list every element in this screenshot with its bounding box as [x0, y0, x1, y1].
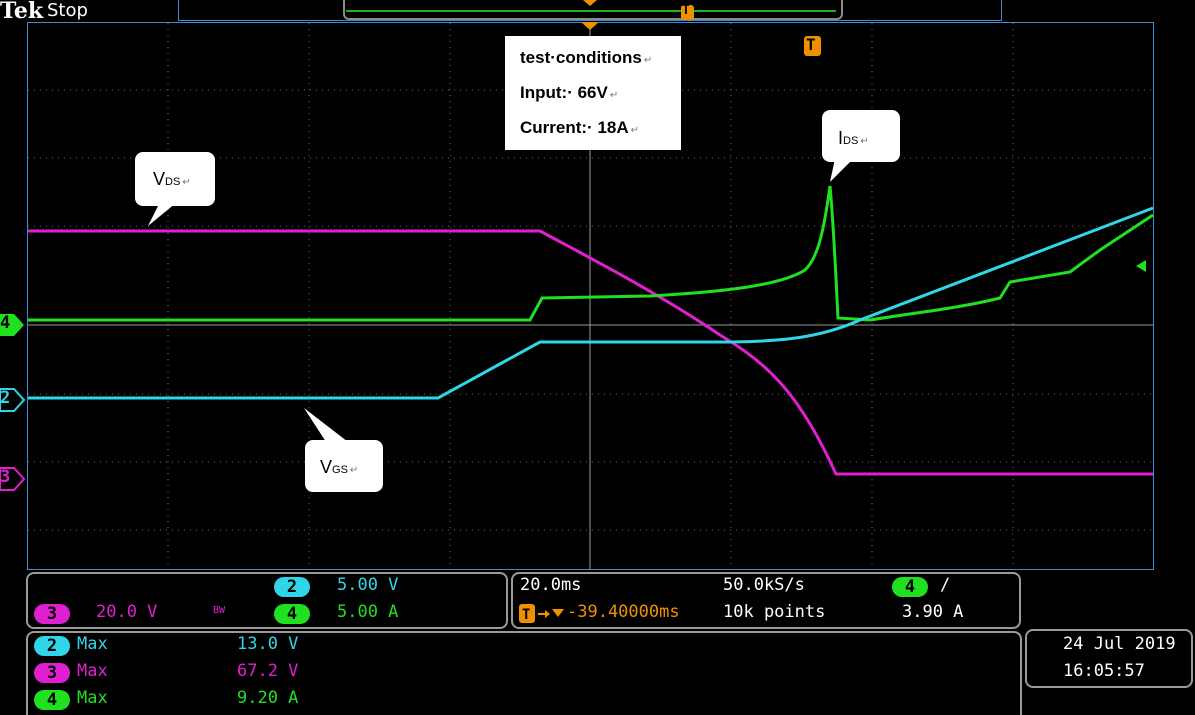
- ids-subscript: DS: [843, 135, 859, 147]
- trigger-slope-icon[interactable]: ∕: [940, 575, 950, 595]
- meas-ch4-badge[interactable]: 4: [34, 690, 70, 710]
- ch3-marker-label: 3: [0, 467, 11, 487]
- ch3-scale[interactable]: 20.0 V: [96, 602, 157, 622]
- return-mark: ↵: [349, 465, 359, 476]
- meas-ch3-value: 67.2 V: [237, 661, 299, 681]
- record-length[interactable]: 10k points: [723, 602, 825, 622]
- meas-ch3-badge[interactable]: 3: [34, 663, 70, 683]
- meas-ch2-label: Max: [77, 634, 108, 654]
- ch4-scale[interactable]: 5.00 A: [337, 602, 398, 622]
- trigger-position-icon: [581, 22, 599, 30]
- trigger-level[interactable]: 3.90 A: [902, 602, 963, 622]
- ch4-badge[interactable]: 4: [274, 604, 310, 624]
- vds-callout: VDS ↵: [135, 152, 215, 206]
- vgs-callout: VGS ↵: [305, 440, 383, 492]
- trigger-source-badge[interactable]: 4: [892, 577, 928, 597]
- svg-text:T: T: [522, 607, 530, 623]
- return-mark: ↵: [643, 55, 653, 66]
- vds-label: V: [153, 169, 166, 189]
- overview-trigger-label: T: [682, 3, 690, 18]
- test-conditions-title: test·conditions: [520, 48, 642, 67]
- input-condition: Input:· 66V: [520, 83, 608, 102]
- meas-ch3-label: Max: [77, 661, 108, 681]
- measurement-panel[interactable]: [26, 631, 1022, 715]
- trigger-position-top-icon: [583, 0, 597, 6]
- ch2-marker-label: 2: [0, 388, 11, 408]
- meas-ch4-value: 9.20 A: [237, 688, 299, 708]
- ch2-scale[interactable]: 5.00 V: [337, 575, 398, 595]
- horizontal-position[interactable]: -39.40000ms: [567, 602, 680, 622]
- callout-pointers: [148, 154, 858, 445]
- vgs-subscript: GS: [332, 464, 348, 476]
- current-condition: Current:· 18A: [520, 118, 629, 137]
- meas-ch2-value: 13.0 V: [237, 634, 299, 654]
- ch4-marker-label: 4: [0, 313, 11, 333]
- return-mark: ↵: [609, 90, 619, 101]
- meas-ch2-badge[interactable]: 2: [34, 636, 70, 656]
- time-per-div[interactable]: 20.0ms: [520, 575, 581, 595]
- ch3-badge[interactable]: 3: [34, 604, 70, 624]
- vgs-label: V: [320, 457, 333, 477]
- ids-callout: IDS ↵: [822, 110, 900, 162]
- return-mark: ↵: [182, 177, 191, 188]
- ch2-badge[interactable]: 2: [274, 577, 310, 597]
- trigger-level-icon: [1136, 260, 1146, 272]
- time: 16:05:57: [1063, 661, 1145, 681]
- sample-rate: 50.0kS/s: [723, 575, 805, 595]
- date: 24 Jul 2019: [1063, 634, 1176, 654]
- vds-subscript: DS: [165, 176, 181, 188]
- trigger-marker-label: T: [806, 35, 816, 54]
- test-conditions-note: test·conditions ↵ Input:· 66V ↵ Current:· …: [505, 36, 681, 150]
- bandwidth-limit-icon: BW: [213, 605, 226, 616]
- meas-ch4-label: Max: [77, 688, 108, 708]
- return-mark: ↵: [860, 136, 869, 147]
- return-mark: ↵: [630, 125, 640, 136]
